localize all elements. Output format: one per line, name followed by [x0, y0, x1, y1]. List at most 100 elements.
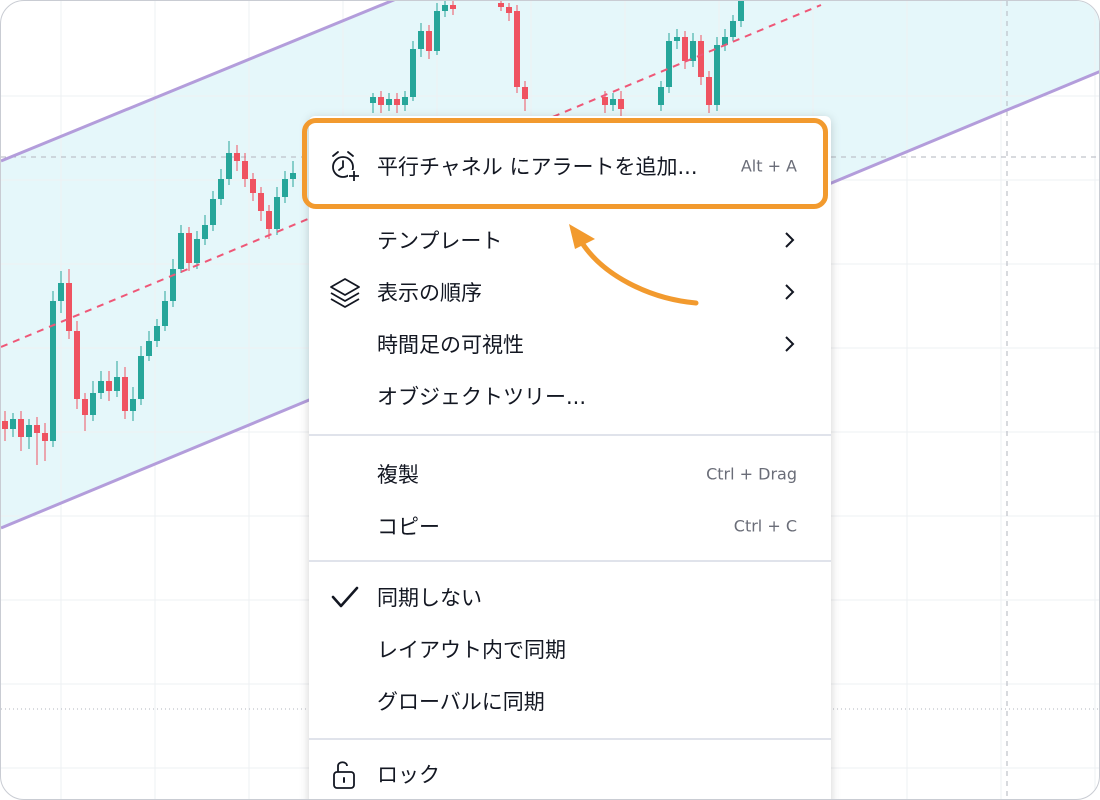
candle-body	[186, 233, 192, 263]
candle-body	[162, 301, 168, 326]
menu-item-label: レイアウト内で同期	[377, 638, 566, 662]
menu-item-label: 複製	[377, 463, 419, 487]
menu-item-label: 同期しない	[377, 586, 482, 610]
candle-body	[226, 153, 232, 179]
candle-body	[74, 331, 80, 399]
candle-body	[82, 399, 88, 415]
candle-body	[426, 31, 432, 51]
candle-body	[34, 425, 40, 433]
candle-body	[50, 301, 56, 441]
menu-item-object-tree[interactable]: オブジェクトツリー...	[309, 370, 831, 422]
candle-body	[674, 37, 680, 41]
candle-body	[242, 161, 248, 179]
candle-body	[682, 37, 688, 61]
candle-body	[434, 11, 440, 51]
menu-item-no-sync[interactable]: 同期しない	[309, 571, 831, 623]
candle-body	[66, 283, 72, 331]
menu-item-label: オブジェクトツリー...	[377, 385, 587, 409]
candle-body	[514, 11, 520, 87]
candle-body	[58, 283, 64, 301]
candle-body	[26, 425, 32, 437]
menu-item-label: 平行チャネル にアラートを追加...	[377, 155, 698, 179]
menu-item-sync-layout[interactable]: レイアウト内で同期	[309, 623, 831, 675]
menu-item-shortcut: Alt + A	[740, 156, 797, 176]
candle-body	[506, 7, 512, 13]
candle-body	[386, 99, 392, 105]
candle-body	[90, 393, 96, 415]
candle-body	[738, 1, 744, 21]
menu-item-label: グローバルに同期	[377, 690, 545, 714]
menu-separator	[309, 738, 831, 740]
candle-body	[714, 45, 720, 105]
menu-item-label: ロック	[377, 763, 440, 787]
candle-body	[698, 41, 704, 77]
alarm-plus-icon	[332, 151, 360, 182]
menu-item-label: テンプレート	[377, 229, 503, 253]
chevron-right-icon	[785, 232, 795, 248]
candle-body	[154, 326, 160, 341]
chevron-right-icon	[785, 336, 795, 352]
candle-body	[18, 419, 24, 437]
candle-body	[282, 179, 288, 197]
candle-body	[234, 153, 240, 161]
menu-item-clone[interactable]: 複製 Ctrl + Drag	[309, 448, 831, 500]
candle-body	[202, 225, 208, 239]
candle-body	[146, 341, 152, 356]
candle-body	[690, 41, 696, 61]
candle-body	[274, 197, 280, 229]
candle-body	[394, 99, 400, 105]
menu-separator	[309, 560, 831, 562]
candle-body	[450, 5, 456, 9]
candle-body	[122, 377, 128, 411]
candle-body	[130, 399, 136, 411]
menu-item-add-alert[interactable]: 平行チャネル にアラートを追加... Alt + A	[309, 140, 831, 192]
candle-body	[266, 211, 272, 229]
candle-body	[402, 97, 408, 105]
candle-body	[42, 433, 48, 441]
candle-body	[258, 193, 264, 211]
menu-item-sync-global[interactable]: グローバルに同期	[309, 675, 831, 727]
menu-item-label: コピー	[377, 515, 440, 539]
candle-body	[178, 233, 184, 269]
chevron-right-icon	[785, 284, 795, 300]
candle-body	[138, 356, 144, 399]
menu-item-label: 時間足の可視性	[377, 333, 524, 357]
candle-body	[618, 99, 624, 109]
candle-body	[218, 179, 224, 199]
candle-body	[10, 419, 16, 429]
menu-item-copy[interactable]: コピー Ctrl + C	[309, 500, 831, 552]
candle-body	[194, 239, 200, 263]
candle-body	[410, 49, 416, 97]
candle-body	[666, 41, 672, 87]
candle-body	[370, 97, 376, 103]
menu-item-shortcut: Ctrl + C	[733, 516, 797, 536]
menu-item-template[interactable]: テンプレート	[309, 214, 831, 266]
menu-separator	[309, 434, 831, 436]
screenshot-frame: 平行チャネル にアラートを追加... Alt + A テンプレート 表示の順序 …	[0, 0, 1100, 800]
unlock-icon	[333, 761, 355, 789]
context-menu: 平行チャネル にアラートを追加... Alt + A テンプレート 表示の順序 …	[309, 116, 831, 799]
candle-body	[290, 173, 296, 179]
candle-body	[378, 97, 384, 105]
candle-body	[610, 99, 616, 105]
menu-item-visibility[interactable]: 時間足の可視性	[309, 318, 831, 370]
candle-body	[210, 199, 216, 225]
menu-item-lock[interactable]: ロック	[309, 748, 831, 799]
candle-body	[2, 421, 8, 429]
candle-body	[418, 31, 424, 49]
candle-body	[706, 77, 712, 105]
candle-body	[442, 5, 448, 11]
menu-item-label: 表示の順序	[377, 281, 482, 305]
candle-body	[250, 179, 256, 193]
candle-body	[98, 381, 104, 393]
candle-body	[498, 3, 504, 7]
checkmark-icon	[331, 586, 359, 608]
candle-body	[730, 21, 736, 37]
candle-body	[602, 97, 608, 105]
candle-body	[106, 381, 112, 391]
candle-body	[114, 377, 120, 391]
menu-item-visual-order[interactable]: 表示の順序	[309, 266, 831, 318]
candle-body	[658, 87, 664, 105]
layers-icon	[330, 278, 360, 308]
candle-body	[522, 87, 528, 99]
